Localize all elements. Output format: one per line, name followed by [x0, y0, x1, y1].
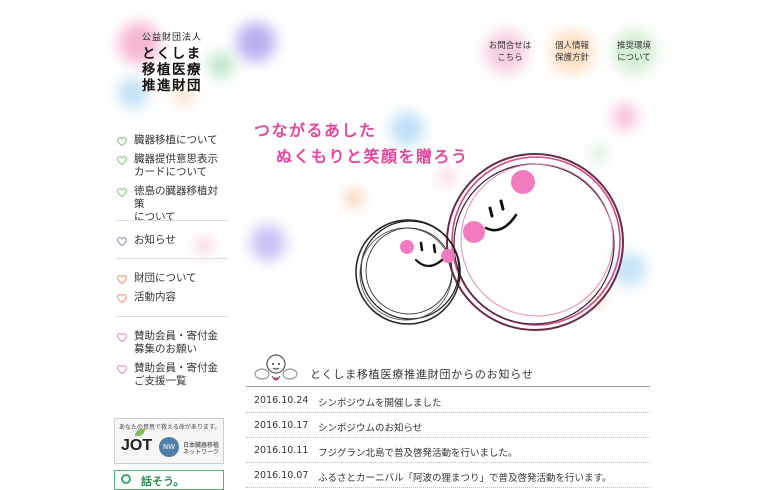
nav-divider	[116, 258, 228, 259]
nav-group-transplant: 臓器移植について 臓器提供意思表示 カードについて 徳島の臓器移植対策 について	[116, 134, 228, 230]
nav-divider	[116, 316, 228, 317]
hero-line-1: つながるあした	[254, 121, 377, 140]
angel-icon	[254, 354, 298, 381]
nav-label: お知らせ	[134, 234, 176, 246]
jot-nw-badge: NW	[159, 437, 179, 457]
nav-divider	[116, 220, 228, 221]
news-row: 2016.10.17 シンポジウムのお知らせ	[246, 412, 650, 438]
nav-label: 賛助会員・寄付金 募集のお願い	[134, 330, 218, 355]
nav-item-tokushima-measures[interactable]: 徳島の臓器移植対策 について	[116, 185, 228, 224]
news-header: とくしま移植医療推進財団からのお知らせ	[246, 350, 650, 387]
small-smile-circle	[355, 219, 461, 325]
news-row: 2016.10.24 シンポジウムを開催しました	[246, 387, 650, 413]
logo-line-3: 推進財団	[142, 78, 202, 94]
nav-label: 賛助会員・寄付金 ご支援一覧	[134, 362, 218, 387]
news-row: 2016.10.07 ふるさとカーニバル「阿波の狸まつり」で普及啓発活動を行いま…	[246, 462, 650, 488]
nav-label: 活動内容	[134, 291, 176, 303]
site-logo[interactable]: 公益財団法人 とくしま 移植医療 推進財団	[142, 30, 202, 94]
news-link[interactable]: ふるさとカーニバル「阿波の狸まつり」で普及啓発活動を行います。	[318, 470, 612, 484]
big-smile-circle	[446, 153, 624, 331]
jot-banner[interactable]: あなたの意思で救える命があります。 JOT NW 日本臓器移植 ネットワーク	[114, 418, 224, 464]
logo-line-1: とくしま	[142, 46, 202, 62]
logo-line-2: 移植医療	[142, 62, 202, 78]
heart-icon	[117, 274, 127, 285]
nav-group-foundation: 財団について 活動内容	[116, 272, 228, 310]
nav-label: 徳島の臓器移植対策 について	[134, 185, 218, 223]
link-privacy-policy[interactable]: 個人情報 保護方針	[544, 40, 600, 64]
nav-item-donor-card[interactable]: 臓器提供意思表示 カードについて	[116, 153, 228, 179]
nav-group-support: 賛助会員・寄付金 募集のお願い 賛助会員・寄付金 ご支援一覧	[116, 330, 228, 394]
speech-icon	[121, 474, 131, 484]
nav-item-supporters-list[interactable]: 賛助会員・寄付金 ご支援一覧	[116, 362, 228, 388]
nav-label: 臓器移植について	[134, 134, 218, 146]
heart-icon	[117, 332, 127, 343]
jot-org-name: 日本臓器移植 ネットワーク	[183, 442, 220, 456]
news-date: 2016.10.17	[254, 420, 309, 431]
nav-item-activities[interactable]: 活動内容	[116, 291, 228, 304]
news-link[interactable]: シンポジウムのお知らせ	[318, 420, 422, 434]
talk-banner[interactable]: 話そう。	[114, 470, 224, 490]
nav-label: 臓器提供意思表示 カードについて	[134, 153, 218, 178]
news-link[interactable]: フジグラン北島で普及啓発活動を行いました。	[318, 445, 518, 459]
nav-item-membership-request[interactable]: 賛助会員・寄付金 募集のお願い	[116, 330, 228, 356]
nav-item-news[interactable]: お知らせ	[116, 234, 228, 247]
news-section-title: とくしま移植医療推進財団からのお知らせ	[310, 368, 534, 381]
link-contact[interactable]: お問合せは こちら	[482, 40, 538, 64]
heart-icon	[117, 187, 127, 198]
logo-subtitle: 公益財団法人	[142, 33, 203, 43]
jot-logo: JOT	[121, 437, 153, 454]
heart-icon	[117, 236, 127, 247]
top-links: お問合せは こちら 個人情報 保護方針 推奨環境 について	[482, 40, 662, 70]
nav-group-news: お知らせ	[116, 234, 228, 253]
news-date: 2016.10.24	[254, 395, 309, 406]
news-row: 2016.10.11 フジグラン北島で普及啓発活動を行いました。	[246, 437, 650, 463]
jot-tagline: あなたの意思で救える命があります。	[119, 424, 221, 431]
sidebar: 公益財団法人 とくしま 移植医療 推進財団 臓器移植について 臓器提供意思表示 …	[110, 0, 230, 490]
talk-label: 話そう。	[141, 475, 185, 488]
heart-icon	[117, 364, 127, 375]
smiling-circles-illustration	[355, 153, 624, 331]
news-link[interactable]: シンポジウムを開催しました	[318, 395, 442, 409]
heart-icon	[117, 293, 127, 304]
nav-item-about-foundation[interactable]: 財団について	[116, 272, 228, 285]
heart-icon	[117, 155, 127, 166]
heart-icon	[117, 136, 127, 147]
link-recommended-env[interactable]: 推奨環境 について	[606, 40, 662, 64]
nav-item-organ-transplant[interactable]: 臓器移植について	[116, 134, 228, 147]
news-date: 2016.10.07	[254, 470, 309, 481]
news-date: 2016.10.11	[254, 445, 309, 456]
nav-label: 財団について	[134, 272, 197, 284]
leaf-icon	[135, 429, 145, 436]
